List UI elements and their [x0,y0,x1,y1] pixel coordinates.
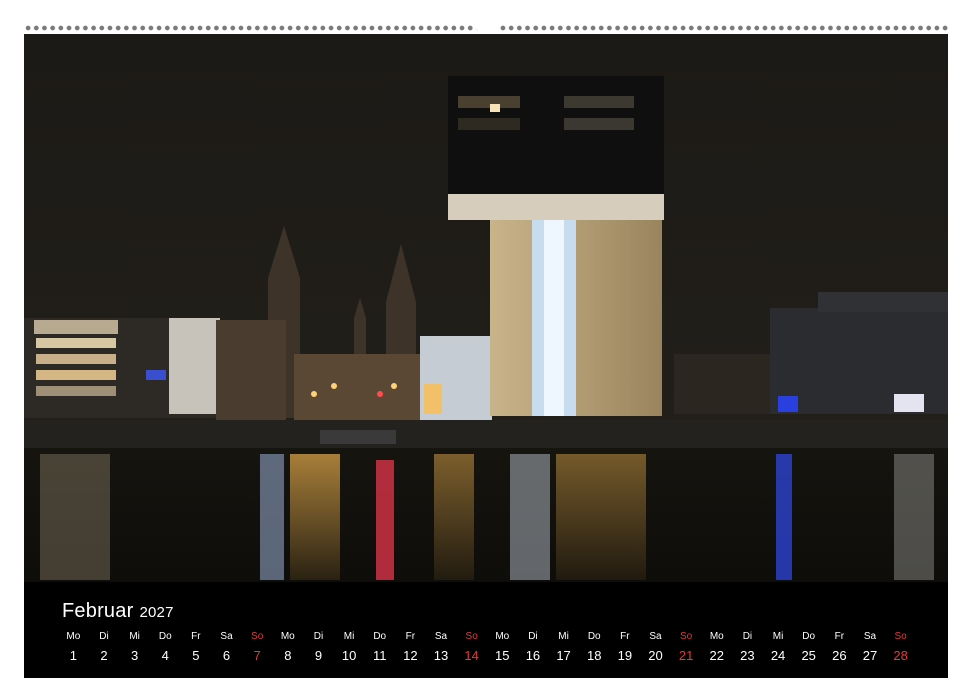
weekday-label: Mo [709,631,724,642]
day-column: Do 25 [793,630,824,663]
day-column: Fr 19 [610,630,641,663]
weekday-label: Do [158,631,172,642]
day-grid: Mo 1 Di 2 Mi 3 Do 4 Fr 5 Sa 6 So 7 Mo 8 Di 9 Mi 10 Do 11 Fr 12 S… [58,630,916,663]
day-column: Di 23 [732,630,763,663]
weekday-label: Di [528,631,538,642]
day-number: 19 [617,648,633,663]
weekday-label: Sa [220,631,233,642]
day-column: Fr 26 [824,630,855,663]
calendar-strip: Februar 2027 Mo 1 Di 2 Mi 3 Do 4 Fr 5 Sa 6 So 7 Mo 8 Di 9 M… [24,582,948,678]
day-number: 21 [678,648,694,663]
month-name: Februar [62,600,134,622]
day-column: Sa 6 [211,630,242,663]
day-number: 15 [495,648,510,663]
day-number: 3 [130,648,139,663]
weekday-label: Fr [620,631,630,642]
weekday-label: So [251,631,264,642]
day-column: Sa 20 [640,630,671,663]
day-column: Do 18 [579,630,610,663]
weekday-label: Mi [558,631,569,642]
weekday-label: Mi [772,631,784,642]
weekday-label: Sa [649,631,662,642]
day-number: 1 [69,648,77,663]
day-number: 25 [801,648,816,663]
day-column: So 14 [456,630,487,663]
weekday-label: Mo [495,631,510,642]
day-column: Do 4 [150,630,181,663]
weekday-label: Mi [129,631,140,642]
boat [320,430,396,444]
year-label: 2027 [139,604,174,621]
spiral-binding [24,14,948,34]
day-column: Sa 13 [426,630,457,663]
day-number: 9 [314,648,323,663]
weekday-label: Mo [66,631,81,642]
weekday-label: Fr [834,631,845,642]
day-column: Di 16 [518,630,549,663]
day-number: 13 [433,648,449,663]
weekday-label: Sa [863,631,877,642]
day-column: Mo 1 [58,630,89,663]
river-water [24,448,948,582]
day-number: 6 [222,648,231,663]
day-number: 24 [770,648,786,663]
weekday-label: Sa [434,631,448,642]
day-number: 23 [740,648,755,663]
weekday-label: Mo [280,631,295,642]
weekday-label: Di [742,631,753,642]
day-number: 5 [192,648,200,663]
day-number: 12 [403,648,418,663]
day-column: Do 11 [364,630,395,663]
weekday-label: Do [587,631,601,642]
day-number: 4 [161,648,169,663]
day-column: So 21 [671,630,702,663]
day-column: So 7 [242,630,273,663]
day-number: 26 [832,648,847,663]
day-number: 28 [893,648,908,663]
weekday-label: Di [313,631,324,642]
day-number: 10 [341,648,357,663]
day-number: 27 [862,648,878,663]
day-number: 2 [100,648,108,663]
left-apartments [24,318,220,418]
day-column: Di 2 [89,630,120,663]
day-column: Mi 17 [548,630,579,663]
night-skyline-photo [24,34,948,582]
weekday-label: So [680,631,693,642]
weekday-label: Do [373,631,387,642]
weekday-label: Mi [343,631,355,642]
day-column: Mi 3 [119,630,150,663]
weekday-label: So [465,631,478,642]
weekday-label: Fr [191,631,201,642]
day-number: 20 [648,648,663,663]
quay-wall [24,420,948,448]
day-column: Di 9 [303,630,334,663]
day-column: So 28 [885,630,916,663]
day-column: Mo 15 [487,630,518,663]
day-column: Fr 5 [181,630,212,663]
day-column: Mo 8 [272,630,303,663]
day-number: 8 [284,648,292,663]
day-number: 18 [586,648,602,663]
month-title: Februar 2027 [62,600,174,623]
day-number: 22 [709,648,724,663]
day-number: 7 [253,648,261,663]
day-number: 17 [556,648,571,663]
weekday-label: Do [802,631,816,642]
day-column: Sa 27 [855,630,886,663]
weekday-label: So [894,631,907,642]
day-number: 14 [464,648,479,663]
weekday-label: Di [99,631,109,642]
day-column: Mi 24 [763,630,794,663]
day-column: Fr 12 [395,630,426,663]
day-column: Mi 10 [334,630,365,663]
day-number: 11 [372,648,387,663]
weekday-label: Fr [405,631,416,642]
day-number: 16 [525,648,541,663]
day-column: Mo 22 [701,630,732,663]
